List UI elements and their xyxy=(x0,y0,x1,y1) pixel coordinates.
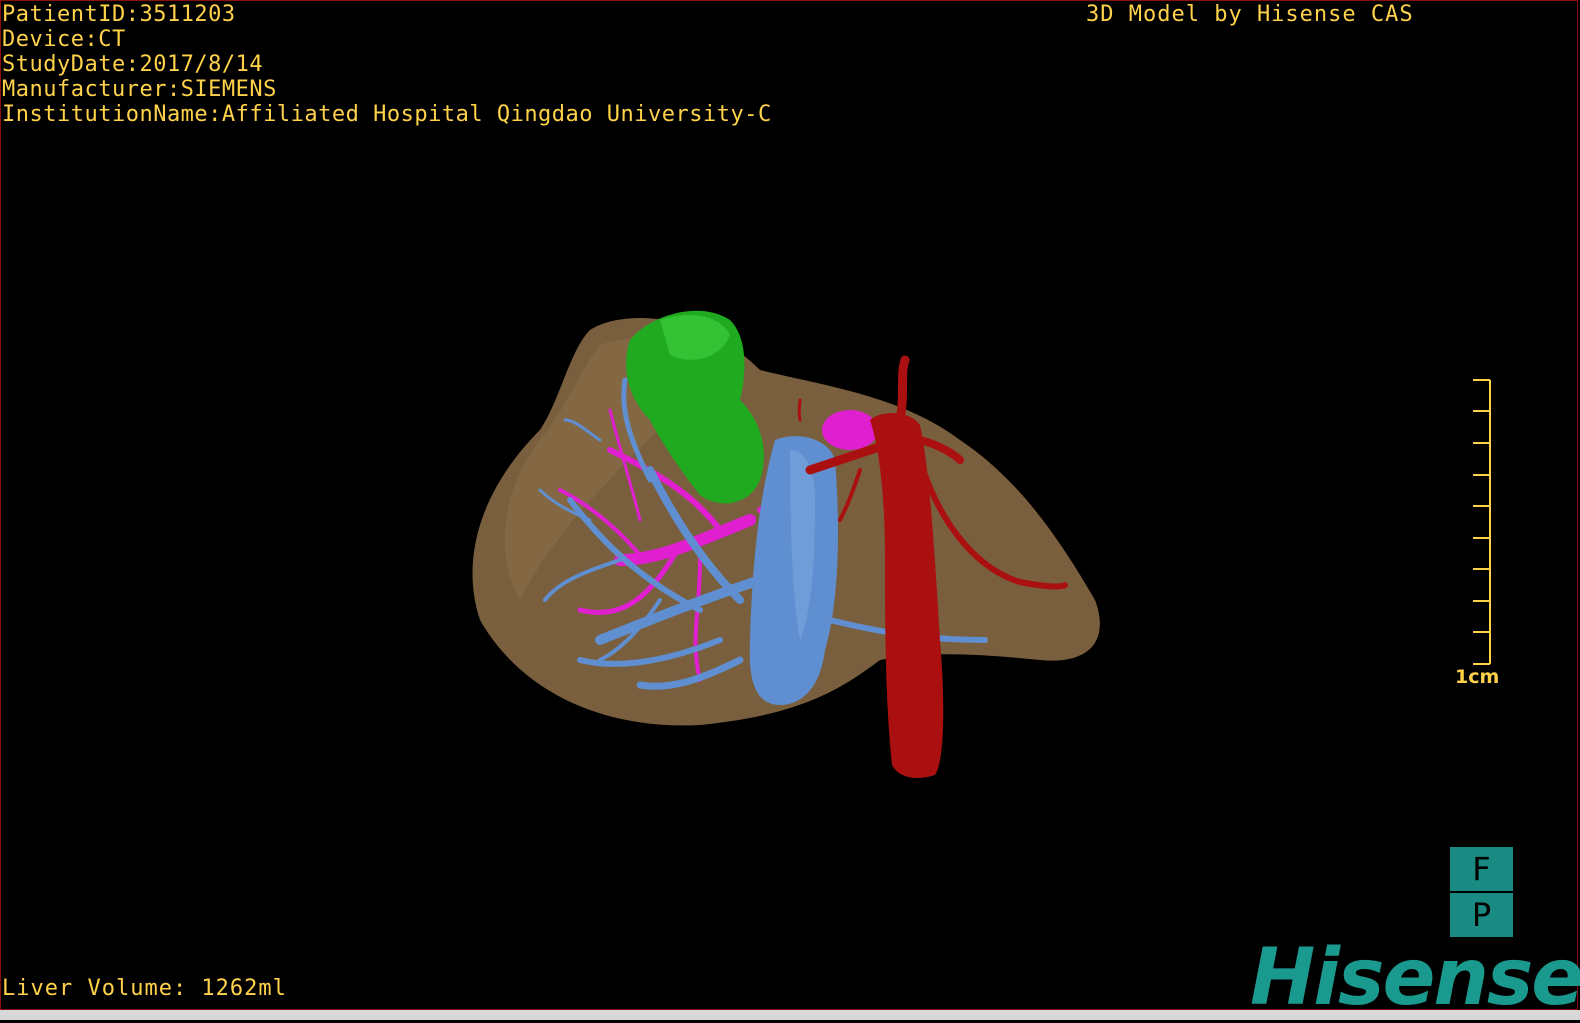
liver-volume: Liver Volume: 1262ml xyxy=(2,976,287,1001)
manufacturer: Manufacturer:SIEMENS xyxy=(2,77,277,102)
model-credit: 3D Model by Hisense CAS xyxy=(1086,2,1414,27)
3d-model-viewport[interactable] xyxy=(0,0,1580,1010)
scale-bar xyxy=(1473,379,1491,665)
institution-name: InstitutionName:Affiliated Hospital Qing… xyxy=(2,102,772,127)
device: Device:CT xyxy=(2,27,126,52)
scale-bar-label: 1cm xyxy=(1455,666,1500,688)
patient-info-panel: PatientID:3511203 Device:CT StudyDate:20… xyxy=(2,2,772,127)
hisense-logo: Hisense xyxy=(1250,933,1580,1023)
patient-id: PatientID:3511203 xyxy=(2,2,236,27)
study-date: StudyDate:2017/8/14 xyxy=(2,52,264,77)
hepatic-vein-blob xyxy=(822,410,878,450)
orientation-top[interactable]: F xyxy=(1450,847,1513,891)
orientation-bottom[interactable]: P xyxy=(1450,893,1513,937)
